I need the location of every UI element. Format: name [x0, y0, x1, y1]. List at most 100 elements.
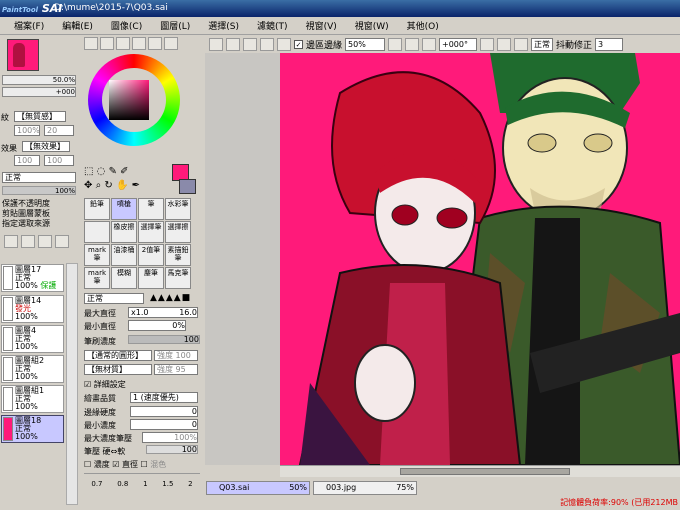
size-preset[interactable]: 0.8: [117, 480, 128, 488]
stabilize-checkbox[interactable]: ✓: [294, 39, 303, 49]
menu-layer[interactable]: 圖層(L): [160, 19, 190, 32]
menu-window[interactable]: 視窗(W): [355, 19, 389, 32]
blend-mode-select[interactable]: 正常: [531, 37, 554, 51]
zoom-icon[interactable]: ⌕: [96, 180, 102, 191]
protect-opacity-check[interactable]: 保護不透明度: [2, 199, 50, 209]
edge-hardness-slider[interactable]: 0: [130, 406, 198, 417]
rotate-left-button[interactable]: [480, 37, 495, 51]
selection-source-check[interactable]: 指定選取來源: [2, 219, 50, 229]
size-preset[interactable]: 1.5: [162, 480, 173, 488]
menu-file[interactable]: 檔案(F): [14, 19, 44, 32]
lasso-icon[interactable]: ◌: [97, 166, 106, 177]
min-size-slider[interactable]: 0%: [128, 320, 186, 331]
stabilizer-select[interactable]: 3: [595, 37, 624, 51]
layer-folder[interactable]: 圖層組1 正常 100%: [1, 385, 64, 413]
texture-strength[interactable]: 20: [44, 125, 74, 136]
menu-filter[interactable]: 濾鏡(T): [257, 19, 288, 32]
layer-folder[interactable]: 圖層組2 正常 100%: [1, 355, 64, 383]
zoom-out-button[interactable]: [388, 37, 403, 51]
max-size-slider[interactable]: x1.0 16.0: [128, 307, 198, 318]
brush-shape-strength[interactable]: 強度 100: [154, 350, 198, 361]
rgb-mode-button[interactable]: [100, 37, 114, 50]
select-all-button[interactable]: [209, 37, 223, 51]
max-pressure-slider[interactable]: 100%: [142, 432, 198, 443]
tool-watercolor[interactable]: 水彩筆: [165, 198, 191, 220]
min-density-slider[interactable]: 0: [130, 419, 198, 430]
eyedropper-icon[interactable]: ✐: [120, 166, 128, 177]
texture-select[interactable]: 【無質感】: [14, 111, 66, 122]
tool-sketch-pencil[interactable]: 素描鉛筆: [165, 244, 191, 266]
layer-item[interactable]: 圖層14 發光 100%: [1, 295, 64, 323]
tab-003[interactable]: 003.jpg 75%: [313, 481, 417, 495]
tool-binary-pen[interactable]: 2值筆: [138, 244, 164, 266]
undo-button[interactable]: [277, 37, 291, 51]
tool-airbrush[interactable]: 噴槍: [111, 198, 137, 220]
brush-mode-select[interactable]: 正常: [84, 293, 144, 304]
tool-marker-2[interactable]: mark筆: [84, 267, 110, 289]
new-folder-button[interactable]: [21, 235, 35, 248]
color-wheel-mode-button[interactable]: [84, 37, 98, 50]
brush-texture-strength[interactable]: 強度 95: [154, 364, 198, 375]
effect-select[interactable]: 【無效果】: [22, 141, 70, 152]
scroll-thumb[interactable]: [400, 468, 570, 475]
zoom-in-button[interactable]: [405, 37, 420, 51]
layer-scrollbar[interactable]: [66, 263, 78, 505]
brush-shape-select[interactable]: 【通常的圓形】: [84, 350, 152, 361]
navigator-angle-slider[interactable]: +000: [2, 87, 76, 97]
hand-icon[interactable]: ✋: [116, 180, 128, 191]
pressure-blend-check[interactable]: 混色: [150, 460, 166, 469]
tool-smudge[interactable]: 麈筆: [138, 267, 164, 289]
brush-texture-select[interactable]: 【無材質】: [84, 364, 152, 375]
brush-shape-icons[interactable]: ▲▲▲▲■: [150, 293, 191, 303]
menu-select[interactable]: 選擇(S): [208, 19, 239, 32]
effect-strength[interactable]: 100: [44, 155, 74, 166]
tool-select-pen[interactable]: 選擇筆: [138, 221, 164, 243]
deselect-button[interactable]: [226, 37, 240, 51]
delete-layer-button[interactable]: [55, 235, 69, 248]
rotate-icon[interactable]: ↻: [104, 180, 112, 191]
menu-canvas[interactable]: 圖像(C): [111, 19, 142, 32]
rotate-right-button[interactable]: [497, 37, 512, 51]
zoom-select[interactable]: 50%: [345, 37, 386, 51]
tool-mark-pen[interactable]: 馬克筆: [165, 267, 191, 289]
navigator-zoom-slider[interactable]: 50.0%: [2, 75, 76, 85]
layer-opacity-slider[interactable]: 100%: [2, 186, 76, 195]
flip-button[interactable]: [514, 37, 529, 51]
rotation-select[interactable]: +000°: [439, 37, 478, 51]
saturation-value-square[interactable]: [109, 80, 149, 120]
tool-marker[interactable]: mark筆: [84, 244, 110, 266]
hsv-mode-button[interactable]: [116, 37, 130, 50]
swatch-mode-button[interactable]: [148, 37, 162, 50]
size-preset[interactable]: 1: [143, 480, 147, 488]
mixer-mode-button[interactable]: [132, 37, 146, 50]
size-preset[interactable]: 0.7: [91, 480, 102, 488]
move-icon[interactable]: ✥: [84, 180, 92, 191]
invert-button[interactable]: [243, 37, 257, 51]
pressure-size-check[interactable]: 直徑: [122, 460, 138, 469]
copy-layer-button[interactable]: [38, 235, 52, 248]
texture-scale[interactable]: 100%: [14, 125, 40, 136]
layer-blend-select[interactable]: 正常: [2, 172, 76, 183]
size-preset[interactable]: 2: [188, 480, 192, 488]
tool-eraser[interactable]: 橡皮擦: [111, 221, 137, 243]
detail-settings-check[interactable]: ☑ 詳細設定: [84, 379, 126, 390]
drawing-canvas[interactable]: [280, 53, 680, 465]
menu-other[interactable]: 其他(O): [407, 19, 439, 32]
scratchpad-button[interactable]: [164, 37, 178, 50]
tool-pencil[interactable]: 鉛筆: [84, 198, 110, 220]
new-layer-button[interactable]: [4, 235, 18, 248]
tool-blank[interactable]: [84, 221, 110, 243]
magic-wand-icon[interactable]: ✎: [109, 166, 117, 177]
layer-item[interactable]: 圖層17 正常 100% 保護: [1, 264, 64, 292]
layer-item-active[interactable]: 圖層18 正常 100%: [1, 415, 64, 443]
horizontal-scrollbar[interactable]: [280, 465, 680, 477]
clipping-check[interactable]: 剪貼圖層蒙板: [2, 209, 50, 219]
menu-view[interactable]: 視窗(V): [306, 19, 337, 32]
pressure-slider[interactable]: 100: [146, 445, 198, 454]
effect-width[interactable]: 100: [14, 155, 40, 166]
tool-select-eraser[interactable]: 選擇擦: [165, 221, 191, 243]
tool-bucket[interactable]: 油漆桶: [111, 244, 137, 266]
density-slider[interactable]: 100: [128, 335, 200, 344]
zoom-reset-button[interactable]: [422, 37, 437, 51]
quality-select[interactable]: 1 (速度優先): [130, 392, 198, 403]
